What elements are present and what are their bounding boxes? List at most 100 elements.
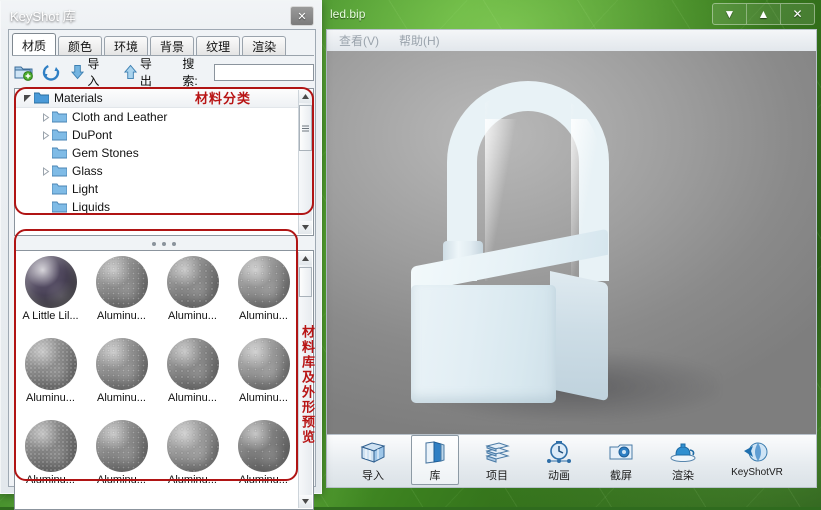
add-folder-icon[interactable] bbox=[14, 62, 35, 82]
tree-row-dupont[interactable]: DuPont bbox=[15, 126, 313, 144]
material-grid-item[interactable]: Aluminu... bbox=[157, 253, 228, 335]
tree-label-gem-stones: Gem Stones bbox=[72, 146, 139, 160]
material-item-label: Aluminu... bbox=[97, 392, 146, 404]
menu-item-view[interactable]: 查看(V) bbox=[329, 30, 389, 51]
material-texture-overlay bbox=[166, 420, 219, 472]
minimize-icon[interactable]: ▼ bbox=[713, 4, 747, 24]
tree-row-root[interactable]: Materials bbox=[15, 89, 313, 108]
chevron-right-icon[interactable] bbox=[39, 129, 52, 142]
padlock-model bbox=[403, 73, 653, 403]
material-grid-item[interactable]: Aluminu... bbox=[157, 335, 228, 417]
material-grid-item[interactable]: Aluminu... bbox=[228, 417, 299, 499]
tree-scrollbar-thumb[interactable] bbox=[299, 105, 312, 151]
material-grid-item[interactable]: Aluminu... bbox=[228, 253, 299, 335]
render-viewport[interactable] bbox=[326, 51, 817, 434]
material-preview-sphere bbox=[237, 420, 290, 472]
grid-scrollbar-thumb[interactable] bbox=[299, 267, 312, 297]
library-close-icon[interactable]: ✕ bbox=[290, 6, 314, 26]
window-controls: ▼ ▲ ✕ bbox=[712, 3, 815, 25]
tree-row-gem-stones[interactable]: Gem Stones bbox=[15, 144, 313, 162]
material-texture-overlay bbox=[166, 338, 219, 390]
material-item-label: Aluminu... bbox=[239, 310, 288, 322]
material-grid-row: Aluminu... Aluminu... Aluminu... Aluminu... bbox=[15, 335, 299, 417]
material-preview-sphere bbox=[166, 420, 219, 472]
search-input[interactable] bbox=[214, 63, 315, 81]
tab-environments[interactable]: 环境 bbox=[104, 36, 149, 56]
import-button[interactable]: 导入 bbox=[67, 55, 114, 89]
material-preview-sphere bbox=[24, 420, 77, 472]
scroll-up-icon[interactable] bbox=[299, 252, 312, 265]
tree-row-glass[interactable]: Glass bbox=[15, 162, 313, 180]
folder-icon bbox=[51, 165, 68, 177]
close-icon[interactable]: ✕ bbox=[781, 4, 814, 24]
maximize-icon[interactable]: ▲ bbox=[747, 4, 781, 24]
scroll-down-icon[interactable] bbox=[299, 221, 312, 234]
tab-render[interactable]: 渲染 bbox=[242, 36, 287, 56]
pane-splitter[interactable] bbox=[14, 238, 314, 250]
material-grid-item[interactable]: Aluminu... bbox=[86, 253, 157, 335]
material-item-label: Aluminu... bbox=[26, 474, 75, 486]
material-texture-overlay bbox=[95, 256, 148, 308]
toolstrip-label-library: 库 bbox=[429, 470, 441, 482]
toolstrip-item-library[interactable]: 库 bbox=[411, 435, 459, 485]
main-window-title: led.bip bbox=[330, 7, 366, 21]
tab-backgrounds[interactable]: 背景 bbox=[150, 36, 195, 56]
material-grid-item[interactable]: Aluminu... bbox=[86, 417, 157, 499]
material-preview-sphere bbox=[95, 338, 148, 390]
material-grid-item[interactable]: Aluminu... bbox=[15, 335, 86, 417]
toolstrip-item-keyshotvr[interactable]: KeyShotVR bbox=[721, 435, 793, 485]
material-grid-item[interactable]: Aluminu... bbox=[228, 335, 299, 417]
toolstrip-item-project[interactable]: 项目 bbox=[473, 435, 521, 485]
splitter-dot bbox=[152, 242, 156, 246]
refresh-icon[interactable] bbox=[41, 62, 62, 82]
material-preview-sphere bbox=[237, 256, 290, 308]
tree-label-liquids: Liquids bbox=[72, 200, 111, 214]
library-tabs: 材质 颜色 环境 背景 纹理 渲染 bbox=[12, 33, 314, 56]
tree-label-glass: Glass bbox=[72, 164, 103, 178]
expand-collapse-icon[interactable] bbox=[21, 92, 34, 105]
tree-row-liquids[interactable]: Liquids bbox=[15, 198, 313, 216]
tree-label-dupont: DuPont bbox=[72, 128, 113, 142]
material-grid-item[interactable]: Aluminu... bbox=[15, 417, 86, 499]
material-preview-sphere bbox=[95, 420, 148, 472]
padlock-body bbox=[411, 228, 611, 403]
toolstrip-label-screenshot: 截屏 bbox=[610, 470, 632, 482]
material-preview-sphere bbox=[24, 338, 77, 390]
tab-textures[interactable]: 纹理 bbox=[196, 36, 241, 56]
chevron-right-icon[interactable] bbox=[39, 111, 52, 124]
toolstrip-item-render[interactable]: 渲染 bbox=[659, 435, 707, 485]
main-window-titlebar: led.bip ▼ ▲ ✕ bbox=[322, 0, 821, 28]
tree-label-light: Light bbox=[72, 182, 99, 196]
material-item-label: Aluminu... bbox=[168, 392, 217, 404]
toolstrip-item-import[interactable]: 导入 bbox=[349, 435, 397, 485]
material-grid-row: A Little Lil... Aluminu... Aluminu... Alumi… bbox=[15, 253, 299, 335]
arrow-down-icon bbox=[71, 64, 85, 79]
tab-materials[interactable]: 材质 bbox=[12, 33, 57, 56]
tree-scrollbar[interactable] bbox=[298, 90, 312, 234]
material-item-label: A Little Lil... bbox=[22, 310, 79, 322]
material-item-label: Aluminu... bbox=[97, 310, 146, 322]
folder-icon bbox=[51, 201, 68, 213]
toolstrip-item-screenshot[interactable]: 截屏 bbox=[597, 435, 645, 485]
tab-colors[interactable]: 颜色 bbox=[58, 36, 103, 56]
chevron-right-icon[interactable] bbox=[39, 165, 52, 178]
material-grid-item[interactable]: Aluminu... bbox=[157, 417, 228, 499]
arrow-up-icon bbox=[123, 64, 137, 79]
material-grid-item[interactable]: A Little Lil... bbox=[15, 253, 86, 335]
material-preview-sphere bbox=[237, 338, 290, 390]
material-texture-overlay bbox=[237, 338, 290, 390]
menu-item-help[interactable]: 帮助(H) bbox=[389, 30, 450, 51]
material-preview-sphere bbox=[24, 256, 77, 308]
tree-row-cloth-and-leather[interactable]: Cloth and Leather bbox=[15, 108, 313, 126]
splitter-dot bbox=[172, 242, 176, 246]
scroll-down-icon[interactable] bbox=[299, 495, 312, 508]
material-preview-grid[interactable]: A Little Lil... Aluminu... Aluminu... Alumi… bbox=[14, 250, 314, 510]
material-grid-item[interactable]: Aluminu... bbox=[86, 335, 157, 417]
tree-row-light[interactable]: Light bbox=[15, 180, 313, 198]
toolstrip-item-animation[interactable]: 动画 bbox=[535, 435, 583, 485]
material-category-tree[interactable]: Materials Cloth and Leather DuPont Gem S… bbox=[14, 88, 314, 236]
export-button[interactable]: 导出 bbox=[120, 55, 167, 89]
library-toolbar: 导入 导出 搜索: bbox=[14, 57, 315, 88]
scroll-up-icon[interactable] bbox=[299, 90, 312, 103]
